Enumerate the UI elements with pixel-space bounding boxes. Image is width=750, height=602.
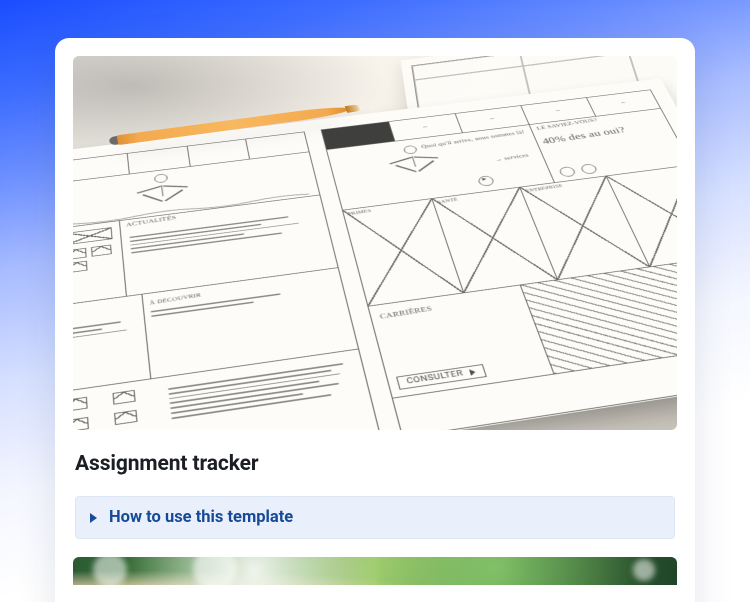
how-to-use-toggle[interactable]: How to use this template	[75, 496, 675, 539]
page-background: bxs 20	[0, 0, 750, 602]
secondary-image-preview	[73, 557, 677, 585]
how-to-use-label: How to use this template	[109, 508, 293, 527]
page-title: Assignment tracker	[75, 452, 675, 476]
document-card: bxs 20	[55, 38, 695, 602]
chevron-right-icon	[90, 513, 97, 523]
wireframe-right-panel: ———— Quoi qu'il arrive, nous sommes là! …	[320, 89, 677, 430]
cover-image: bxs 20	[73, 56, 677, 430]
